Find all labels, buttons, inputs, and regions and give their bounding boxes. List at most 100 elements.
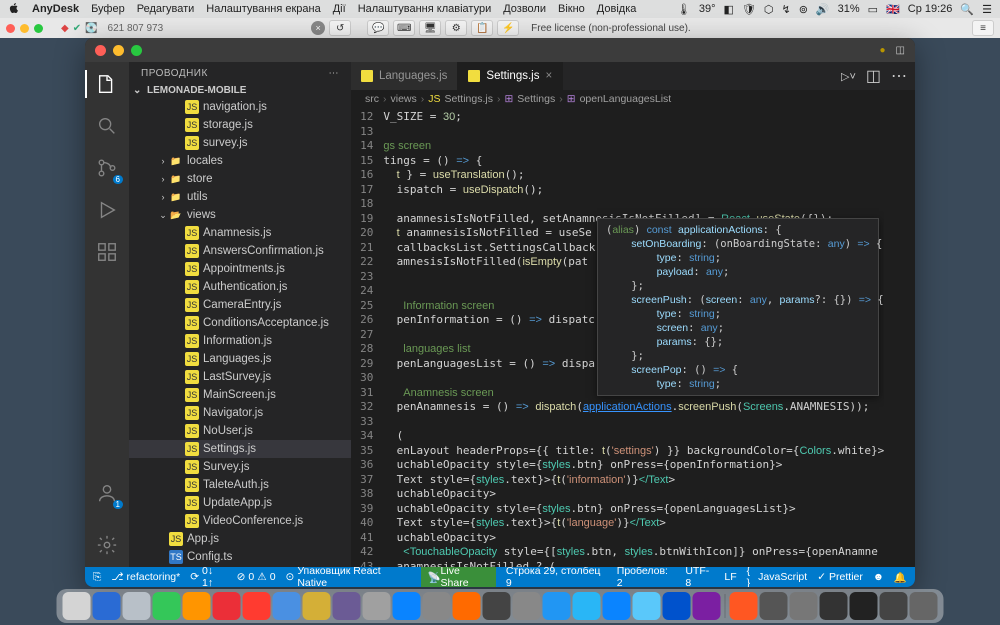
dock-app-icon[interactable]	[423, 592, 451, 620]
menu-window[interactable]: Вікно	[558, 3, 585, 15]
file-item[interactable]: JSMainScreen.js	[129, 386, 351, 404]
status-bell-icon[interactable]: 🔔	[894, 565, 907, 587]
dock-app-icon[interactable]	[880, 592, 908, 620]
tab-close-icon[interactable]: ×	[545, 70, 552, 82]
anydesk-menu-button[interactable]: ≡	[972, 20, 994, 36]
status-cursor[interactable]: Строка 29, столбец 9	[506, 565, 607, 587]
dock-app-icon[interactable]	[730, 592, 758, 620]
breadcrumb-item[interactable]: src	[365, 93, 379, 105]
dock-app-icon[interactable]	[393, 592, 421, 620]
anydesk-tool-button[interactable]: ⚙	[445, 20, 467, 36]
dock-app-icon[interactable]	[123, 592, 151, 620]
dock-app-icon[interactable]	[273, 592, 301, 620]
file-item[interactable]: JSAnamnesis.js	[129, 224, 351, 242]
status-feedback-icon[interactable]: ☻	[873, 565, 884, 587]
close-icon[interactable]	[6, 24, 15, 33]
anydesk-tool-button[interactable]: 📋	[471, 20, 493, 36]
anydesk-tool-button[interactable]: ↺	[329, 20, 351, 36]
menubar-app-name[interactable]: AnyDesk	[32, 3, 79, 15]
folder-item[interactable]: ›📁store	[129, 170, 351, 188]
status-branch[interactable]: ⎇ refactoring*	[111, 571, 180, 583]
tab-settings[interactable]: Settings.js×	[458, 62, 563, 90]
file-item[interactable]: JSTaleteAuth.js	[129, 476, 351, 494]
status-prettier[interactable]: ✓ Prettier	[817, 565, 863, 587]
breadcrumb-item[interactable]: Settings	[517, 93, 555, 105]
status-remote[interactable]: ⎘	[93, 571, 101, 584]
file-item[interactable]: JSSurvey.js	[129, 458, 351, 476]
dock-app-icon[interactable]	[363, 592, 391, 620]
dock-app-icon[interactable]	[633, 592, 661, 620]
file-item[interactable]: JSnavigation.js	[129, 98, 351, 116]
file-item[interactable]: JSUpdateApp.js	[129, 494, 351, 512]
run-icon[interactable]: ▷˅	[841, 70, 856, 83]
menu-edit[interactable]: Редагувати	[137, 3, 195, 15]
file-item[interactable]: JSConditionsAcceptance.js	[129, 314, 351, 332]
file-item[interactable]: JSApp.js	[129, 530, 351, 548]
folder-item[interactable]: ›📁utils	[129, 188, 351, 206]
folder-item[interactable]: ›📁locales	[129, 152, 351, 170]
activity-debug[interactable]	[93, 196, 121, 224]
menu-help[interactable]: Довідка	[597, 3, 637, 15]
file-item[interactable]: JSLastSurvey.js	[129, 368, 351, 386]
status-spaces[interactable]: Пробелов: 2	[617, 565, 676, 587]
dock-app-icon[interactable]	[820, 592, 848, 620]
explorer-more-icon[interactable]: ⋯	[329, 68, 340, 79]
apple-icon[interactable]	[8, 2, 20, 17]
status-sync[interactable]: ⟳ 0↓ 1↑	[190, 565, 226, 587]
dock-app-icon[interactable]	[543, 592, 571, 620]
dock-app-icon[interactable]	[213, 592, 241, 620]
dock-app-icon[interactable]	[573, 592, 601, 620]
dock-app-icon[interactable]	[453, 592, 481, 620]
menu-permissions[interactable]: Дозволи	[503, 3, 546, 15]
dock-app-icon[interactable]	[663, 592, 691, 620]
dock-app-icon[interactable]	[243, 592, 271, 620]
dock-app-icon[interactable]	[513, 592, 541, 620]
file-item[interactable]: JSNavigator.js	[129, 404, 351, 422]
file-item[interactable]: JSsurvey.js	[129, 134, 351, 152]
wifi-icon[interactable]: ⊚	[799, 3, 808, 16]
maximize-icon[interactable]	[131, 45, 142, 56]
file-item[interactable]: JSAppointments.js	[129, 260, 351, 278]
breadcrumb-item[interactable]: Settings.js	[445, 93, 493, 105]
activity-extensions[interactable]	[93, 238, 121, 266]
status-encoding[interactable]: UTF-8	[685, 565, 714, 587]
file-item[interactable]: JSVideoConference.js	[129, 512, 351, 530]
dock-app-icon[interactable]	[910, 592, 938, 620]
menu-keyboard-settings[interactable]: Налаштування клавіатури	[358, 3, 492, 15]
dock-app-icon[interactable]	[693, 592, 721, 620]
breadcrumb-item[interactable]: openLanguagesList	[580, 93, 672, 105]
dock-app-icon[interactable]	[603, 592, 631, 620]
maximize-icon[interactable]	[34, 24, 43, 33]
file-item[interactable]: TSConfig.ts	[129, 548, 351, 566]
dock-app-icon[interactable]	[153, 592, 181, 620]
menu-buffer[interactable]: Буфер	[91, 3, 125, 15]
anydesk-tool-button[interactable]: ⌨	[393, 20, 415, 36]
split-editor-icon[interactable]: ◫	[866, 66, 881, 86]
minimize-icon[interactable]	[20, 24, 29, 33]
tab-languages[interactable]: Languages.js	[351, 62, 458, 90]
file-item[interactable]: JSCameraEntry.js	[129, 296, 351, 314]
dock-app-icon[interactable]	[93, 592, 121, 620]
anydesk-tool-button[interactable]: ⚡	[497, 20, 519, 36]
breadcrumb-item[interactable]: views	[391, 93, 417, 105]
file-item[interactable]: JSAuthentication.js	[129, 278, 351, 296]
file-item[interactable]: JSInformation.js	[129, 332, 351, 350]
activity-explorer[interactable]	[93, 70, 121, 98]
activity-scm[interactable]: 6	[93, 154, 121, 182]
project-header[interactable]: ⌄ LEMONADE-MOBILE	[129, 83, 351, 98]
folder-item[interactable]: ⌄📂views	[129, 206, 351, 224]
dock-app-icon[interactable]	[483, 592, 511, 620]
spotlight-icon[interactable]: 🔍	[960, 3, 974, 16]
dock-app-icon[interactable]	[850, 592, 878, 620]
status-problems[interactable]: ⊘ 0 ⚠ 0	[237, 571, 276, 583]
status-liveshare[interactable]: 📡 Live Share	[421, 567, 495, 587]
dock-app-icon[interactable]	[63, 592, 91, 620]
file-item[interactable]: JSstorage.js	[129, 116, 351, 134]
dock-app-icon[interactable]	[760, 592, 788, 620]
menu-actions[interactable]: Дії	[333, 3, 346, 15]
activity-settings[interactable]	[93, 531, 121, 559]
notif-icon[interactable]: ☰	[982, 3, 992, 16]
activity-search[interactable]	[93, 112, 121, 140]
activity-account[interactable]: 1	[93, 479, 121, 507]
dock-app-icon[interactable]	[790, 592, 818, 620]
